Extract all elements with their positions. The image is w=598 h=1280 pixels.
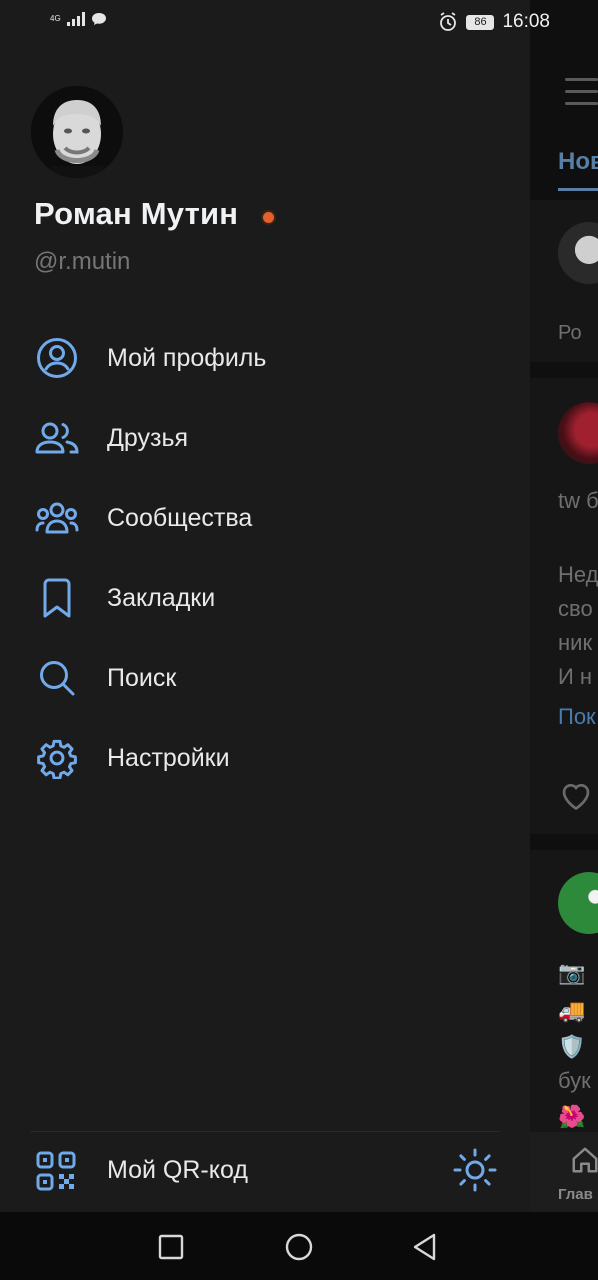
battery-icon: 86 (466, 14, 495, 30)
message-icon (91, 13, 106, 25)
post-avatar[interactable] (558, 402, 598, 464)
navigation-drawer: Роман Мутин @r.mutin Мой профиль Друзья … (0, 0, 530, 1212)
communities-icon (34, 495, 80, 541)
menu-item-label: Настройки (107, 743, 230, 772)
menu-item-my-profile[interactable]: Мой профиль (0, 318, 530, 398)
home-icon[interactable] (570, 1144, 598, 1176)
post-line: сво (558, 596, 593, 621)
feed-tab-indicator (558, 188, 598, 191)
qr-code-icon (36, 1151, 76, 1191)
system-nav-bar (0, 1212, 598, 1280)
hamburger-icon[interactable] (565, 78, 598, 114)
post-line: 📷 (558, 960, 586, 985)
menu-item-friends[interactable]: Друзья (0, 398, 530, 478)
bottom-nav-label[interactable]: Глав (558, 1186, 593, 1203)
status-time: 16:08 (502, 11, 550, 32)
signal-icon (66, 12, 85, 26)
friends-icon (34, 415, 80, 461)
bookmark-icon (34, 575, 80, 621)
bottom-nav-peek: Глав (530, 1132, 598, 1212)
profile-name[interactable]: Роман Мутин (34, 196, 238, 232)
post-line: 🛡️ (558, 1034, 586, 1059)
status-bar: 4G 86 16:08 (0, 0, 598, 44)
menu-item-label: Сообщества (107, 503, 253, 532)
post-card: tw б Нед сво ник И н Пок (530, 378, 598, 834)
background-feed: Нов Ро tw б Нед сво ник И н Пок 📷 🚚 🛡️ б… (530, 0, 598, 1212)
user-circle-icon (34, 335, 80, 381)
menu-item-label: Закладки (107, 583, 216, 612)
post-line: И н (558, 664, 593, 689)
post-line: ник (558, 630, 593, 655)
feed-tab[interactable]: Нов (558, 148, 598, 176)
post-text: tw б (558, 488, 598, 513)
post-card: 📷 🚚 🛡️ бук 🌺 (530, 850, 598, 1140)
post-line: бук (558, 1068, 591, 1093)
avatar[interactable] (31, 86, 123, 178)
post-line: 🌺 (558, 1104, 586, 1129)
menu-item-label: Мой профиль (107, 343, 267, 372)
profile-handle: @r.mutin (34, 248, 131, 275)
menu-item-communities[interactable]: Сообщества (0, 478, 530, 558)
qr-code-label: Мой QR-код (107, 1156, 248, 1184)
story-label: Ро (558, 322, 582, 344)
story-avatar[interactable] (558, 222, 598, 284)
menu-item-bookmarks[interactable]: Закладки (0, 558, 530, 638)
menu-item-label: Поиск (107, 663, 177, 692)
show-more-link[interactable]: Пок (558, 700, 596, 734)
network-type: 4G (50, 14, 61, 23)
gear-icon (34, 735, 80, 781)
my-qr-code-button[interactable]: Мой QR-код (0, 1132, 530, 1210)
recent-apps-button[interactable] (156, 1232, 186, 1262)
back-button[interactable] (410, 1232, 440, 1262)
like-icon[interactable] (558, 778, 594, 812)
menu-item-search[interactable]: Поиск (0, 638, 530, 718)
menu-item-label: Друзья (107, 423, 189, 452)
menu-item-settings[interactable]: Настройки (0, 718, 530, 798)
stories-card: Ро (530, 200, 598, 362)
post-avatar[interactable] (558, 872, 598, 934)
sun-icon[interactable] (452, 1147, 498, 1193)
alarm-icon (440, 12, 457, 31)
online-status-icon (263, 212, 274, 223)
search-icon (34, 655, 80, 701)
post-line: Нед (558, 562, 598, 587)
home-button[interactable] (284, 1232, 314, 1262)
post-line: 🚚 (558, 998, 586, 1023)
